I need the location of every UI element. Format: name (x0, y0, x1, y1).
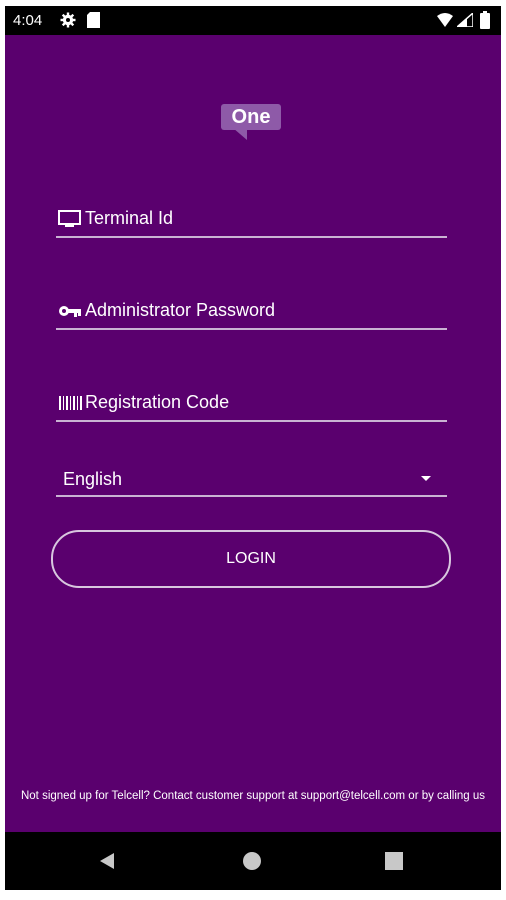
terminal-id-placeholder: Terminal Id (85, 208, 174, 228)
signup-help-text: Not signed up for Telcell? Contact custo… (20, 790, 486, 802)
registration-code-placeholder: Registration Code (85, 392, 230, 412)
registration-code-field[interactable]: Registration Code (56, 386, 447, 422)
login-button[interactable]: LOGIN (51, 530, 451, 588)
recents-icon[interactable] (384, 851, 404, 871)
app-logo: One (221, 104, 285, 144)
gear-icon (60, 12, 76, 28)
terminal-id-field[interactable]: Terminal Id (56, 202, 447, 238)
language-select[interactable]: English (56, 463, 447, 497)
admin-password-field[interactable]: Administrator Password (56, 294, 447, 330)
back-icon[interactable] (97, 851, 117, 871)
status-time: 4:04 (13, 12, 43, 29)
status-bar: 4:04 (5, 6, 501, 35)
logo-text: One (231, 106, 271, 128)
home-icon[interactable] (242, 851, 262, 871)
admin-password-placeholder: Administrator Password (85, 300, 276, 320)
language-selected-value: English (63, 469, 123, 489)
login-screen: 4:04 One Terminal Id Administrator Passw… (5, 6, 501, 890)
battery-icon (480, 11, 490, 29)
key-icon (59, 306, 81, 317)
signal-icon (457, 13, 473, 27)
navigation-bar (5, 832, 501, 890)
dropdown-caret-icon (421, 476, 431, 481)
monitor-icon (58, 210, 81, 227)
wifi-icon (437, 13, 453, 27)
barcode-icon (59, 396, 82, 410)
sd-card-icon (87, 12, 100, 28)
